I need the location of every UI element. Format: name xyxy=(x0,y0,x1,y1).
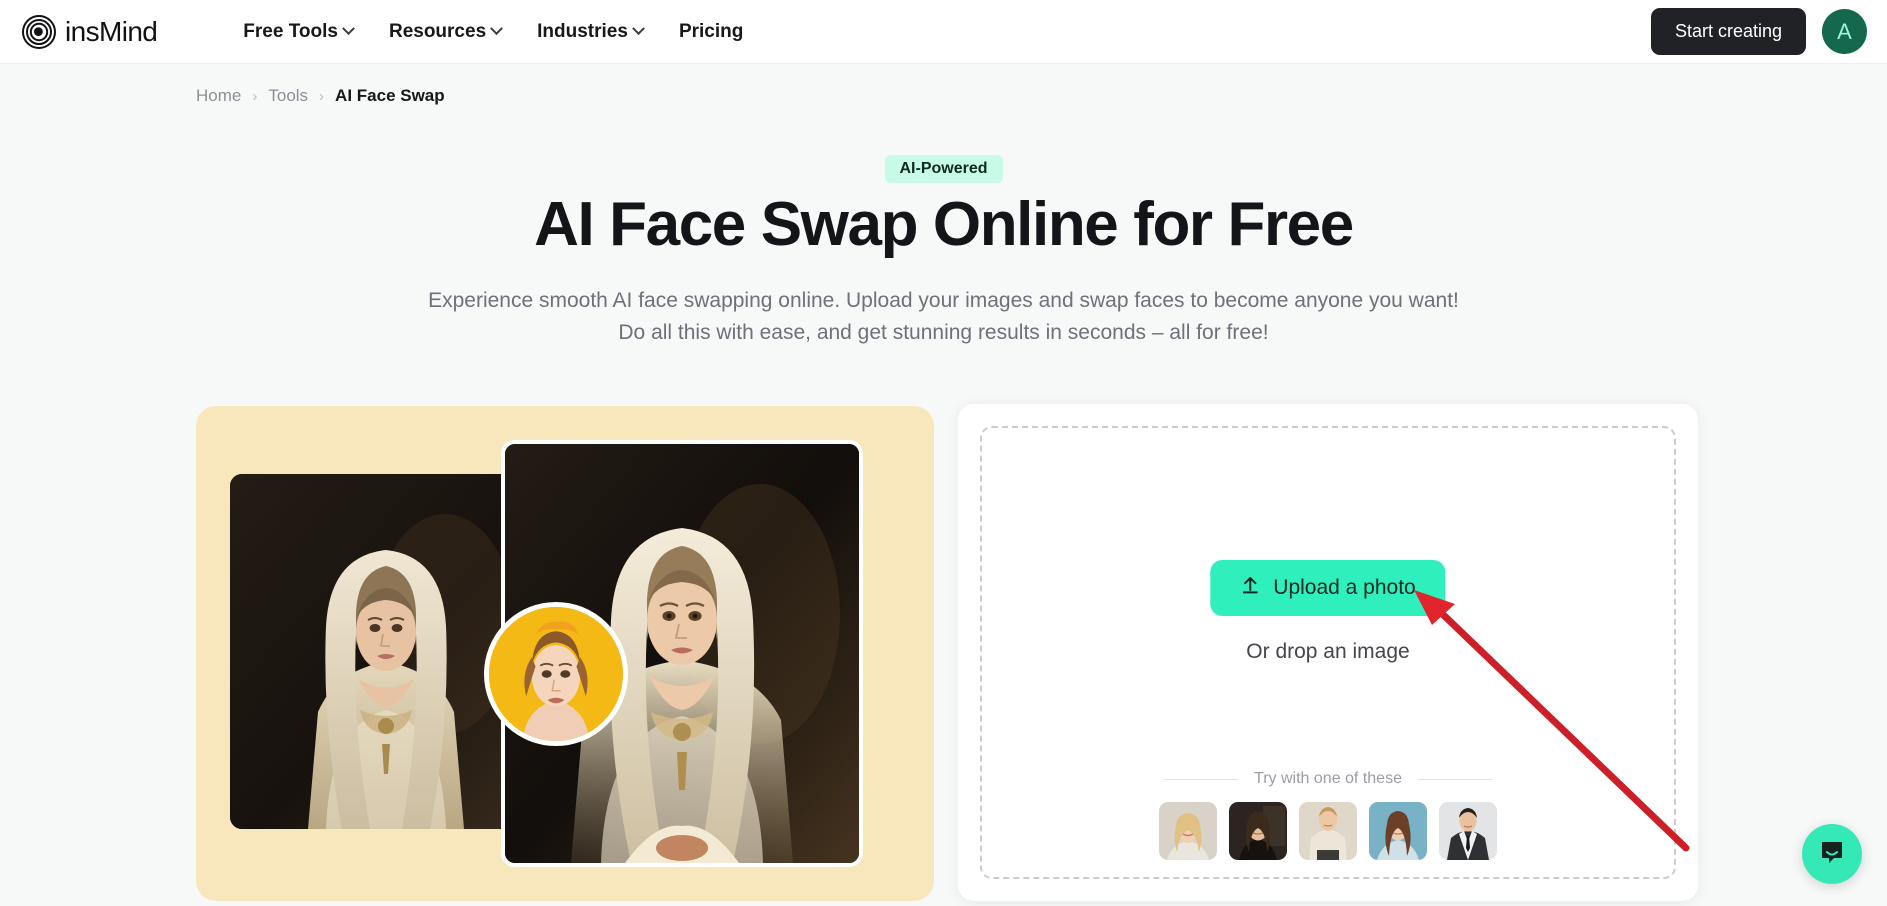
subtitle-line-1: Experience smooth AI face swapping onlin… xyxy=(428,289,1459,312)
chevron-down-icon xyxy=(632,22,645,36)
sample-thumbnail-1[interactable] xyxy=(1159,802,1217,860)
header-actions: Start creating A xyxy=(1650,8,1867,55)
breadcrumb-separator: › xyxy=(319,87,325,105)
chat-support-button[interactable] xyxy=(1802,824,1862,884)
avatar[interactable]: A xyxy=(1822,9,1867,54)
chevron-down-icon xyxy=(490,22,504,36)
source-face-thumbnail xyxy=(484,602,628,746)
try-samples-label: Try with one of these xyxy=(1254,770,1402,787)
nav-item-pricing[interactable]: Pricing xyxy=(661,15,761,49)
upload-panel: Upload a photo Or drop an image Try with… xyxy=(958,404,1698,901)
breadcrumb-item-home[interactable]: Home xyxy=(196,86,241,106)
upload-arrow-icon xyxy=(1240,575,1260,601)
chevron-down-icon xyxy=(342,22,355,36)
divider-line-left xyxy=(1164,778,1239,780)
upload-button-label: Upload a photo xyxy=(1273,576,1416,599)
site-header: insMind Free Tools Resources Industries … xyxy=(0,0,1887,64)
demo-preview-card xyxy=(196,406,934,901)
nav-item-industries[interactable]: Industries xyxy=(519,15,661,49)
page-title: AI Face Swap Online for Free xyxy=(534,190,1354,259)
concentric-circles-logo-icon xyxy=(22,14,56,49)
breadcrumb-item-current: AI Face Swap xyxy=(335,86,445,105)
main-navigation: Free Tools Resources Industries Pricing xyxy=(225,15,761,49)
subtitle-line-2: Do all this with ease, and get stunning … xyxy=(618,320,1269,344)
breadcrumb-item-tools[interactable]: Tools xyxy=(268,86,308,106)
breadcrumb-separator: › xyxy=(252,87,258,105)
nav-label: Free Tools xyxy=(243,20,338,42)
nav-item-resources[interactable]: Resources xyxy=(371,15,519,49)
nav-label: Pricing xyxy=(678,20,744,42)
sample-thumbnail-5[interactable] xyxy=(1439,802,1497,860)
chat-bubble-icon xyxy=(1818,838,1846,871)
ai-powered-badge: AI-Powered xyxy=(884,155,1003,183)
page-subtitle: Experience smooth AI face swapping onlin… xyxy=(0,285,1887,349)
upload-a-photo-button[interactable]: Upload a photo xyxy=(1210,560,1446,616)
breadcrumb: Home › Tools › AI Face Swap xyxy=(196,86,445,106)
logo-text: insMind xyxy=(65,15,158,47)
sample-thumbnail-3[interactable] xyxy=(1299,802,1357,860)
try-samples-divider: Try with one of these xyxy=(1164,770,1492,788)
start-creating-button[interactable]: Start creating xyxy=(1650,8,1806,55)
nav-item-free-tools[interactable]: Free Tools xyxy=(225,15,371,49)
nav-label: Industries xyxy=(537,20,628,42)
logo[interactable]: insMind xyxy=(22,14,158,49)
sample-thumbnails xyxy=(1159,802,1497,860)
divider-line-right xyxy=(1417,778,1492,780)
sample-thumbnail-2[interactable] xyxy=(1229,802,1287,860)
nav-label: Resources xyxy=(388,20,487,42)
sample-thumbnail-4[interactable] xyxy=(1369,802,1427,860)
drop-hint-text: Or drop an image xyxy=(1246,640,1410,663)
